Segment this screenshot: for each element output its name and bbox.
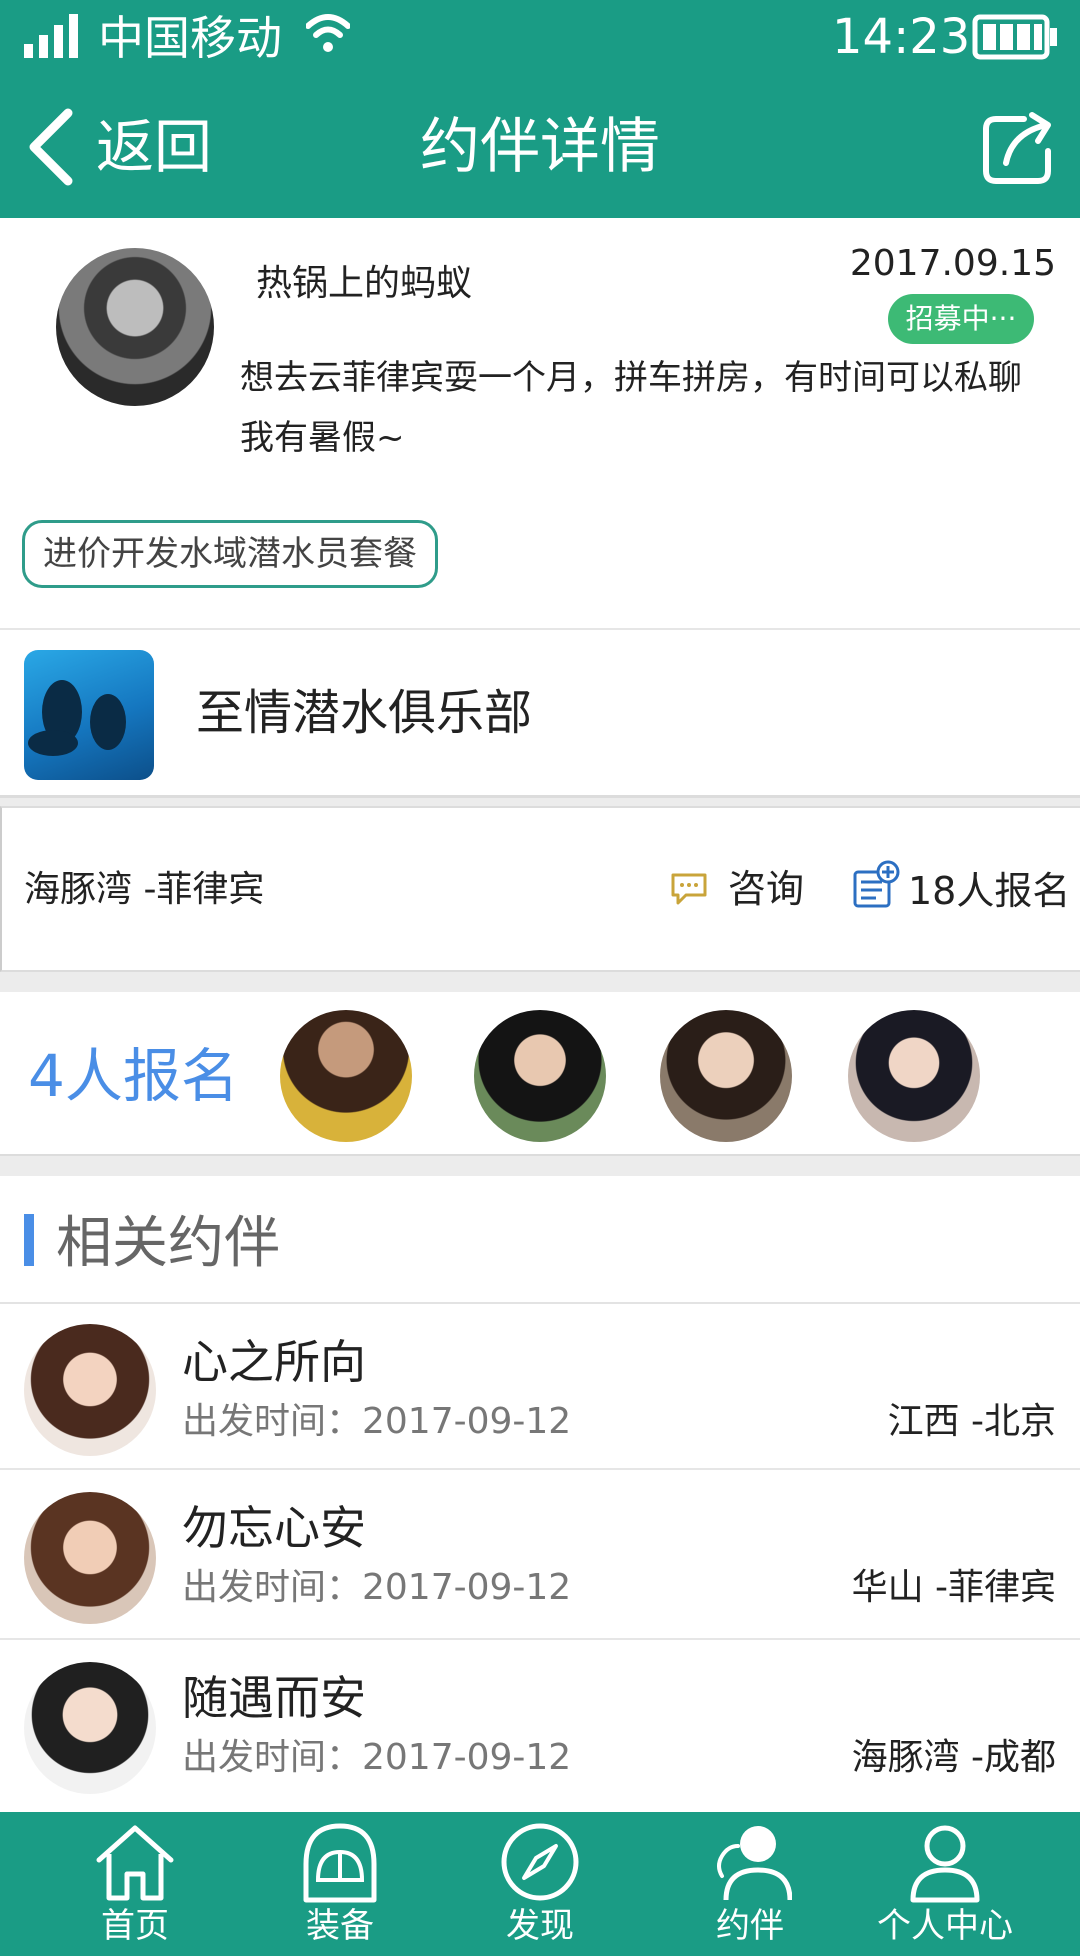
- equipment-icon: [303, 1823, 377, 1903]
- carrier-name: 中国移动: [98, 11, 282, 65]
- post-card: 热锅上的蚂蚁 2017.09.15 招募中··· 想去云菲律宾耍一个月，拼车拼房…: [0, 218, 1080, 630]
- participant-avatar[interactable]: [474, 1010, 606, 1142]
- signup-list-icon[interactable]: [852, 860, 900, 910]
- list-item[interactable]: 心之所向 出发时间：2017-09-12 江西 -北京: [0, 1304, 1080, 1470]
- trip-route: 华山 -菲律宾: [851, 1567, 1056, 1608]
- bottom-tab-bar: 首页 装备 发现 约伴 个人中心: [0, 1812, 1080, 1956]
- status-badge: 招募中···: [888, 294, 1034, 344]
- departure-time: 出发时间：2017-09-12: [182, 1737, 572, 1778]
- trip-location: 海豚湾 -菲律宾: [24, 869, 265, 910]
- participant-avatar[interactable]: [848, 1010, 980, 1142]
- companion-name: 勿忘心安: [182, 1501, 366, 1555]
- participant-avatar[interactable]: [280, 1010, 412, 1142]
- departure-time: 出发时间：2017-09-12: [182, 1567, 572, 1608]
- participant-avatar[interactable]: [660, 1010, 792, 1142]
- section-divider: [0, 798, 1080, 806]
- wifi-icon: [306, 14, 350, 52]
- author-avatar[interactable]: [56, 248, 214, 406]
- companion-avatar: [24, 1324, 156, 1456]
- club-image: [24, 650, 154, 780]
- companion-name: 心之所向: [182, 1335, 366, 1389]
- consult-button[interactable]: 咨询: [728, 862, 804, 916]
- club-name: 至情潜水俱乐部: [196, 685, 533, 741]
- compass-icon: [501, 1823, 579, 1901]
- related-section-header: 相关约伴: [0, 1176, 1080, 1304]
- club-row[interactable]: 至情潜水俱乐部: [0, 632, 1080, 798]
- post-content: 想去云菲律宾耍一个月，拼车拼房，有时间可以私聊我有暑假~: [240, 358, 1022, 458]
- trip-route: 江西 -北京: [887, 1401, 1056, 1442]
- related-heading: 相关约伴: [56, 1211, 280, 1276]
- section-marker: [24, 1214, 34, 1266]
- participants-row: 4人报名: [0, 992, 1080, 1156]
- author-name[interactable]: 热锅上的蚂蚁: [256, 260, 472, 308]
- section-divider: [0, 972, 1080, 992]
- companion-name: 随遇而安: [182, 1671, 366, 1725]
- signup-count[interactable]: 18人报名: [908, 864, 1070, 918]
- status-bar: 中国移动 14:23: [0, 0, 1080, 75]
- chat-bubble-icon[interactable]: [670, 872, 708, 906]
- tab-profile[interactable]: 个人中心: [810, 1812, 1080, 1956]
- battery-icon: [972, 14, 1057, 60]
- departure-time: 出发时间：2017-09-12: [182, 1401, 572, 1442]
- trip-route: 海豚湾 -成都: [851, 1737, 1056, 1778]
- section-divider: [0, 1156, 1080, 1176]
- trip-info-row: 海豚湾 -菲律宾 咨询 18人报名: [0, 806, 1080, 972]
- companion-avatar: [24, 1662, 156, 1794]
- companion-icon: [717, 1826, 792, 1901]
- package-tag[interactable]: 进价开发水域潜水员套餐: [22, 520, 438, 588]
- post-date: 2017.09.15: [849, 243, 1056, 284]
- share-icon[interactable]: [980, 111, 1056, 187]
- nav-bar: 返回 约伴详情: [0, 75, 1080, 218]
- page-title: 约伴详情: [420, 112, 660, 182]
- participants-count: 4人报名: [28, 1042, 239, 1110]
- list-item[interactable]: 勿忘心安 出发时间：2017-09-12 华山 -菲律宾: [0, 1470, 1080, 1640]
- home-icon: [96, 1825, 174, 1901]
- list-item[interactable]: 随遇而安 出发时间：2017-09-12 海豚湾 -成都: [0, 1640, 1080, 1812]
- clock-time: 14:23: [832, 9, 971, 65]
- signal-icon: [24, 14, 78, 58]
- user-icon: [910, 1825, 980, 1903]
- companion-avatar: [24, 1492, 156, 1624]
- tab-profile-label: 个人中心: [877, 1906, 1013, 1946]
